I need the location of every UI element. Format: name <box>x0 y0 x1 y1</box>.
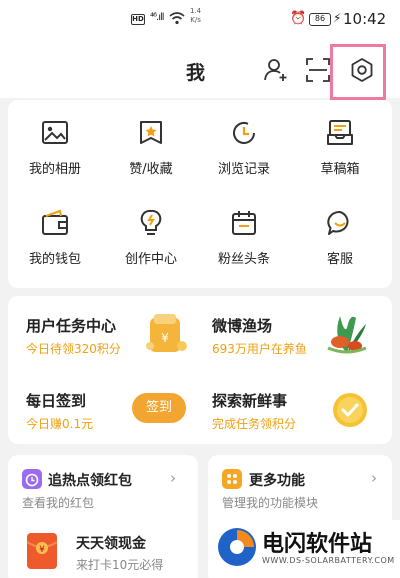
fishery-illustration-icon <box>322 308 372 362</box>
top-bar: 我 <box>0 44 400 100</box>
grid-item-fan-headline[interactable]: 粉丝头条 <box>196 208 292 267</box>
checkmark-coin-icon <box>330 390 370 434</box>
more-features-subtitle: 管理我的功能模块 <box>222 496 319 510</box>
add-friend-icon[interactable] <box>262 56 290 84</box>
hd-indicator: HD <box>131 14 145 25</box>
grid-item-drafts[interactable]: 草稿箱 <box>292 118 388 177</box>
grid-item-favorites[interactable]: 赞/收藏 <box>103 118 199 177</box>
status-bar: HD ⁴⁶.ıll 1.4 K/s ⏰ 86 ⚡ 10:42 <box>0 0 400 44</box>
watermark-name: 电闪软件站 <box>262 532 373 557</box>
hot-redpacket-title: 追热点领红包 <box>48 473 132 489</box>
grid-item-history[interactable]: 浏览记录 <box>196 118 292 177</box>
grid-item-customer-service[interactable]: 客服 <box>292 208 388 267</box>
photo-album-icon <box>42 121 68 144</box>
wifi-icon <box>169 12 185 28</box>
battery-icon: 86 <box>309 13 331 26</box>
draft-box-icon <box>327 120 353 145</box>
red-envelope-icon: ¥ <box>26 532 58 574</box>
history-icon <box>233 122 255 144</box>
daily-cash-title: 天天领现金 <box>76 536 146 552</box>
page-title: 我 <box>186 62 206 84</box>
signal-icon: ⁴⁶.ıll <box>150 12 164 23</box>
grid-item-photo-album[interactable]: 我的相册 <box>7 118 103 177</box>
scan-icon[interactable] <box>304 56 332 84</box>
alarm-icon: ⏰ <box>290 11 307 26</box>
grid-item-wallet[interactable]: 我的钱包 <box>7 208 103 267</box>
creator-bulb-icon <box>140 209 162 235</box>
more-features-title: 更多功能 <box>249 473 305 489</box>
checkin-button[interactable]: 签到 <box>132 393 186 423</box>
task-daily-checkin[interactable]: 每日签到 今日赚0.1元 <box>26 390 93 432</box>
hot-redpacket-chevron-icon: › <box>170 469 176 487</box>
clock: 10:42 <box>343 10 387 28</box>
more-features-chevron-icon: › <box>371 469 377 487</box>
svg-text:¥: ¥ <box>161 331 169 345</box>
task-explore-news[interactable]: 探索新鲜事 完成任务领积分 <box>212 390 296 432</box>
task-weibo-fishery[interactable]: 微博渔场 693万用户在养鱼 <box>212 315 307 357</box>
customer-service-icon <box>327 210 349 235</box>
wallet-icon <box>42 209 68 235</box>
network-speed: 1.4 K/s <box>190 7 202 24</box>
watermark-url: WWW.DS-SOLARBATTERY.COM <box>262 556 395 565</box>
favorite-icon <box>140 121 162 144</box>
settings-highlight-box <box>330 44 386 100</box>
apps-grid-badge-icon <box>222 469 242 493</box>
calendar-icon <box>232 211 256 235</box>
charging-icon: ⚡ <box>333 11 342 25</box>
hot-redpacket-subtitle: 查看我的红包 <box>22 496 95 510</box>
task-user-center[interactable]: 用户任务中心 今日待领320积分 <box>26 315 121 357</box>
watermark-logo-icon <box>216 526 258 572</box>
svg-text:¥: ¥ <box>39 545 45 555</box>
grid-item-creator-center[interactable]: 创作中心 <box>103 208 199 267</box>
daily-cash-subtitle: 来打卡10元必得 <box>76 558 164 572</box>
alarm-clock-badge-icon <box>22 469 42 493</box>
task-center-illustration-icon: ¥ <box>142 310 190 360</box>
site-watermark: 电闪软件站 WWW.DS-SOLARBATTERY.COM <box>210 520 400 578</box>
